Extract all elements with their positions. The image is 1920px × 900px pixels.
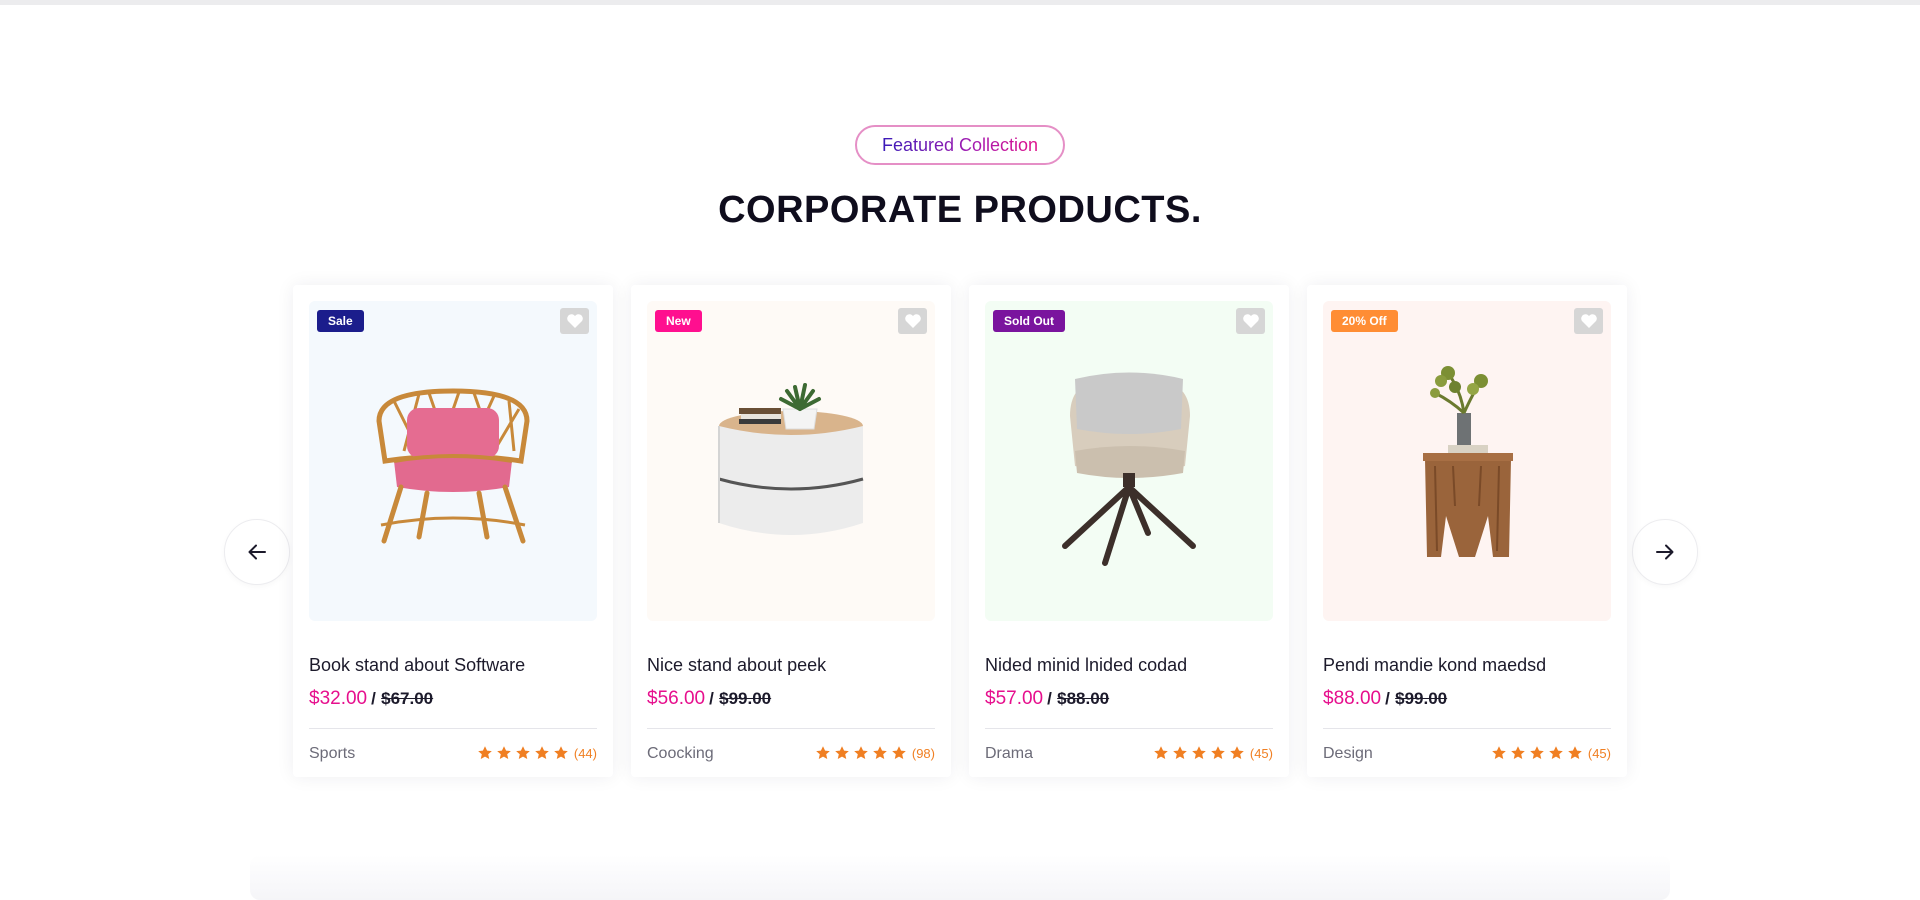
product-image-area[interactable]: Sale: [309, 301, 597, 621]
star-icon: [835, 746, 849, 759]
product-rating: (44): [477, 745, 597, 761]
featured-collection-label: Featured Collection: [881, 135, 1039, 155]
product-name[interactable]: Pendi mandie kond maedsd: [1323, 655, 1546, 676]
review-count: (45): [1587, 745, 1611, 761]
next-section-edge: [250, 855, 1670, 900]
card-divider: [1323, 728, 1611, 729]
product-old-price: $99.00: [1395, 689, 1448, 708]
heart-icon: [1242, 314, 1259, 328]
product-price: $32.00: [309, 688, 368, 709]
star-icon: [1568, 746, 1582, 759]
arrow-right-icon: [1656, 544, 1674, 560]
product-image-area[interactable]: 20% Off: [1323, 301, 1611, 621]
product-image-area[interactable]: New: [647, 301, 935, 621]
star-icon: [873, 746, 887, 759]
product-card[interactable]: Sold Out Nided minid lnided codad $57.00…: [969, 285, 1289, 777]
price-separator: /: [1385, 689, 1390, 708]
product-badge: Sale: [317, 310, 364, 332]
star-icon: [854, 746, 868, 759]
star-icon: [1154, 746, 1168, 759]
price-row: $88.00/ $99.00: [1323, 688, 1447, 710]
star-icon: [1530, 746, 1544, 759]
featured-collection-pill: Featured Collection: [854, 125, 1066, 165]
wishlist-button[interactable]: [1574, 308, 1603, 334]
review-count: (98): [911, 745, 935, 761]
star-icon: [535, 746, 549, 759]
round-side-table-image: [718, 383, 864, 535]
star-icon: [1211, 746, 1225, 759]
product-old-price: $67.00: [381, 689, 434, 708]
price-row: $56.00/ $99.00: [647, 688, 771, 710]
card-divider: [985, 728, 1273, 729]
review-count: (44): [573, 745, 597, 761]
section-header: Featured Collection CORPORATE PRODUCTS.: [0, 125, 1920, 232]
star-icon: [497, 746, 511, 759]
star-icon: [1511, 746, 1525, 759]
product-category[interactable]: Design: [1323, 745, 1373, 763]
star-icon: [1230, 746, 1244, 759]
product-category[interactable]: Coocking: [647, 745, 714, 763]
product-price: $88.00: [1323, 688, 1382, 709]
wishlist-button[interactable]: [898, 308, 927, 334]
top-divider: [0, 0, 1920, 5]
product-badge: New: [655, 310, 702, 332]
product-category[interactable]: Sports: [309, 745, 355, 763]
product-category[interactable]: Drama: [985, 745, 1033, 763]
heart-icon: [566, 314, 583, 328]
product-name[interactable]: Book stand about Software: [309, 655, 525, 676]
product-badge: Sold Out: [993, 310, 1065, 332]
product-card[interactable]: 20% Off Pendi mandie kond maedsd $88.00/…: [1307, 285, 1627, 777]
product-old-price: $88.00: [1057, 689, 1110, 708]
star-icon: [1192, 746, 1206, 759]
star-icon: [516, 746, 530, 759]
product-price: $56.00: [647, 688, 706, 709]
product-image-area[interactable]: Sold Out: [985, 301, 1273, 621]
upholstered-chair-image: [1062, 372, 1196, 566]
product-old-price: $99.00: [719, 689, 772, 708]
product-carousel: Sale Book stand about Software $32.00/ $…: [293, 285, 1628, 777]
product-name[interactable]: Nided minid lnided codad: [985, 655, 1187, 676]
price-row: $57.00/ $88.00: [985, 688, 1109, 710]
arrow-left-icon: [248, 544, 266, 560]
star-icon: [554, 746, 568, 759]
product-price: $57.00: [985, 688, 1044, 709]
star-icon: [1549, 746, 1563, 759]
section-title: CORPORATE PRODUCTS.: [718, 189, 1202, 231]
card-divider: [647, 728, 935, 729]
heart-icon: [1580, 314, 1597, 328]
product-card[interactable]: New Nice stand about peek $56.00/ $99.00…: [631, 285, 951, 777]
rattan-armchair-image: [376, 388, 530, 544]
price-separator: /: [709, 689, 714, 708]
star-icon: [1492, 746, 1506, 759]
card-divider: [309, 728, 597, 729]
carousel-next-button[interactable]: [1632, 519, 1698, 585]
wooden-stool-with-vase-image: [1423, 366, 1513, 557]
star-icon: [816, 746, 830, 759]
product-name[interactable]: Nice stand about peek: [647, 655, 826, 676]
wishlist-button[interactable]: [1236, 308, 1265, 334]
product-card[interactable]: Sale Book stand about Software $32.00/ $…: [293, 285, 613, 777]
review-count: (45): [1249, 745, 1273, 761]
heart-icon: [904, 314, 921, 328]
product-badge: 20% Off: [1331, 310, 1398, 332]
star-icon: [478, 746, 492, 759]
price-row: $32.00/ $67.00: [309, 688, 433, 710]
price-separator: /: [371, 689, 376, 708]
star-icon: [1173, 746, 1187, 759]
product-rating: (98): [815, 745, 935, 761]
price-separator: /: [1047, 689, 1052, 708]
star-icon: [892, 746, 906, 759]
product-rating: (45): [1153, 745, 1273, 761]
product-rating: (45): [1491, 745, 1611, 761]
wishlist-button[interactable]: [560, 308, 589, 334]
carousel-prev-button[interactable]: [224, 519, 290, 585]
